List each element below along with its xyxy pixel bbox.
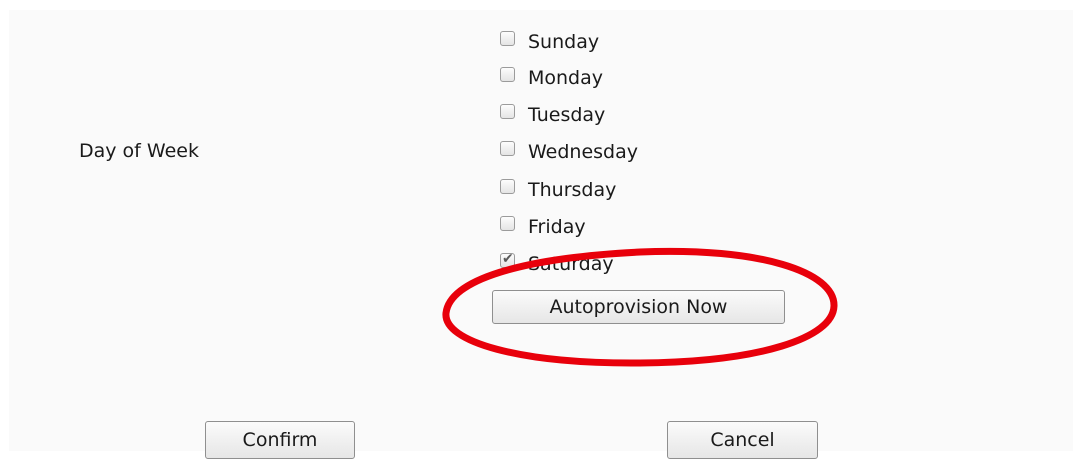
day-of-week-label: Day of Week: [79, 140, 199, 162]
checkbox-wednesday[interactable]: [500, 140, 515, 156]
day-label-monday: Monday: [528, 67, 604, 89]
day-option-thursday[interactable]: Thursday: [500, 178, 616, 202]
day-option-sunday[interactable]: Sunday: [500, 30, 599, 54]
checkmark-icon: ✔: [502, 250, 514, 267]
checkbox-saturday[interactable]: ✔: [500, 250, 515, 268]
day-option-wednesday[interactable]: Wednesday: [500, 140, 638, 164]
checkbox-thursday[interactable]: [500, 178, 515, 194]
checkbox-friday[interactable]: [500, 215, 515, 231]
day-label-friday: Friday: [528, 216, 586, 238]
cancel-button[interactable]: Cancel: [667, 421, 818, 459]
day-label-saturday: Saturday: [528, 253, 614, 275]
day-label-thursday: Thursday: [528, 179, 617, 201]
checkbox-monday[interactable]: [500, 66, 515, 82]
day-label-tuesday: Tuesday: [528, 104, 606, 126]
day-option-saturday[interactable]: ✔ Saturday: [500, 250, 614, 276]
checkbox-tuesday[interactable]: [500, 103, 515, 119]
checkbox-sunday[interactable]: [500, 30, 515, 46]
day-label-sunday: Sunday: [528, 31, 600, 53]
day-label-wednesday: Wednesday: [528, 141, 639, 163]
day-option-friday[interactable]: Friday: [500, 215, 586, 239]
day-option-monday[interactable]: Monday: [500, 66, 603, 90]
day-option-tuesday[interactable]: Tuesday: [500, 103, 605, 127]
confirm-button[interactable]: Confirm: [205, 421, 355, 459]
autoprovision-now-button[interactable]: Autoprovision Now: [492, 290, 785, 324]
